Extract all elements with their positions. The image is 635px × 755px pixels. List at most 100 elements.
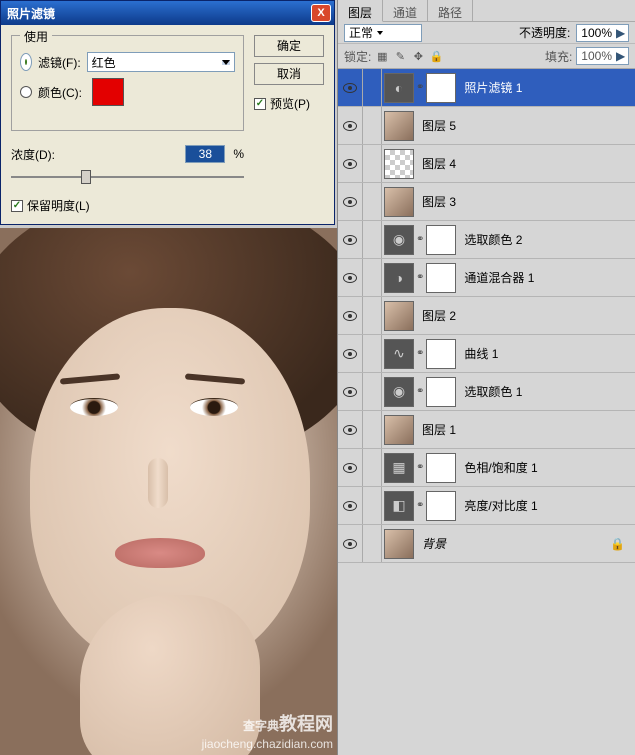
adjustment-thumb[interactable]: ▦ [384,453,414,483]
eye-icon [343,121,357,131]
density-input[interactable]: 38 [185,145,225,163]
visibility-toggle[interactable] [338,539,362,549]
density-suffix: % [233,147,244,161]
lock-paint-icon[interactable]: ✎ [393,49,407,63]
eye-icon [343,501,357,511]
adjustment-thumb[interactable]: ◐ [384,73,414,103]
layer-name[interactable]: 色相/饱和度 1 [458,459,631,476]
visibility-toggle[interactable] [338,159,362,169]
opacity-label: 不透明度: [519,24,570,41]
cancel-button[interactable]: 取消 [254,63,324,85]
visibility-toggle[interactable] [338,121,362,131]
layer-row[interactable]: ◉⚭选取颜色 2 [338,221,635,259]
lock-all-icon[interactable]: 🔒 [429,49,443,63]
adjustment-thumb[interactable]: ◧ [384,491,414,521]
visibility-toggle[interactable] [338,463,362,473]
mask-thumb[interactable] [426,377,456,407]
dialog-title: 照片滤镜 [7,5,311,22]
tab-channels[interactable]: 通道 [383,0,428,22]
visibility-toggle[interactable] [338,273,362,283]
close-button[interactable]: X [311,4,331,22]
layer-name[interactable]: 图层 3 [416,193,631,210]
visibility-toggle[interactable] [338,235,362,245]
tab-layers[interactable]: 图层 [338,0,383,22]
density-slider[interactable] [11,167,244,187]
eye-icon [343,463,357,473]
filter-select[interactable]: 红色 [87,52,235,72]
lock-label: 锁定: [344,48,371,65]
visibility-toggle[interactable] [338,425,362,435]
eye-icon [343,83,357,93]
visibility-toggle[interactable] [338,387,362,397]
tab-paths[interactable]: 路径 [428,0,473,22]
layer-name[interactable]: 曲线 1 [458,345,631,362]
preview-checkbox[interactable]: ✓ [254,98,266,110]
layer-row[interactable]: ◐⚭ 照片滤镜 1 [338,69,635,107]
lock-position-icon[interactable]: ✥ [411,49,425,63]
mask-thumb[interactable] [426,225,456,255]
layer-thumb[interactable] [384,187,414,217]
link-icon: ⚭ [416,82,424,93]
eye-icon [343,235,357,245]
layer-thumb[interactable] [384,149,414,179]
layer-name[interactable]: 图层 1 [416,421,631,438]
visibility-toggle[interactable] [338,83,362,93]
filter-radio-label: 滤镜(F): [38,54,81,71]
layer-row[interactable]: 图层 2 [338,297,635,335]
visibility-toggle[interactable] [338,349,362,359]
eye-icon [343,425,357,435]
layer-row[interactable]: ∿⚭曲线 1 [338,335,635,373]
mask-thumb[interactable] [426,453,456,483]
chevron-down-icon [377,31,383,35]
filter-value: 红色 [92,54,116,71]
mask-thumb[interactable] [426,263,456,293]
visibility-toggle[interactable] [338,197,362,207]
visibility-toggle[interactable] [338,501,362,511]
layer-row[interactable]: 图层 3 [338,183,635,221]
mask-thumb[interactable] [426,73,456,103]
layer-name[interactable]: 图层 5 [416,117,631,134]
layer-row[interactable]: 图层 4 [338,145,635,183]
document-canvas[interactable]: 查字典教程网 jiaocheng.chazidian.com [0,228,337,755]
opacity-input[interactable]: 100%▶ [576,24,629,42]
layer-name[interactable]: 图层 4 [416,155,631,172]
layer-name[interactable]: 选取颜色 1 [458,383,631,400]
layer-row[interactable]: ◉⚭选取颜色 1 [338,373,635,411]
visibility-toggle[interactable] [338,311,362,321]
watermark: 查字典教程网 jiaocheng.chazidian.com [202,706,333,751]
filter-radio[interactable] [20,53,32,71]
ok-button[interactable]: 确定 [254,35,324,57]
layer-name[interactable]: 背景 [416,535,610,552]
adjustment-thumb[interactable]: ∿ [384,339,414,369]
layer-row[interactable]: ◑⚭通道混合器 1 [338,259,635,297]
layer-thumb[interactable] [384,529,414,559]
layer-name[interactable]: 图层 2 [416,307,631,324]
layer-thumb[interactable] [384,301,414,331]
layer-thumb[interactable] [384,111,414,141]
layer-thumb[interactable] [384,415,414,445]
layer-name[interactable]: 亮度/对比度 1 [458,497,631,514]
preserve-luminosity-checkbox[interactable]: ✓ [11,200,23,212]
color-radio[interactable] [20,86,32,98]
layer-row[interactable]: 图层 1 [338,411,635,449]
fill-label: 填充: [545,48,572,65]
eye-icon [343,311,357,321]
photo-filter-dialog: 照片滤镜 X 使用 滤镜(F): 红色 颜色(C): [0,0,335,225]
blend-mode-select[interactable]: 正常 [344,24,422,42]
layer-name[interactable]: 选取颜色 2 [458,231,631,248]
mask-thumb[interactable] [426,491,456,521]
color-swatch[interactable] [92,78,124,106]
layer-name[interactable]: 照片滤镜 1 [458,79,631,96]
adjustment-thumb[interactable]: ◉ [384,377,414,407]
mask-thumb[interactable] [426,339,456,369]
layer-row[interactable]: 背景🔒 [338,525,635,563]
layer-row[interactable]: ▦⚭色相/饱和度 1 [338,449,635,487]
fill-input[interactable]: 100%▶ [576,47,629,65]
lock-transparency-icon[interactable]: ▦ [375,49,389,63]
dialog-titlebar[interactable]: 照片滤镜 X [1,1,334,25]
layer-name[interactable]: 通道混合器 1 [458,269,631,286]
layer-row[interactable]: ◧⚭亮度/对比度 1 [338,487,635,525]
adjustment-thumb[interactable]: ◑ [384,263,414,293]
layer-row[interactable]: 图层 5 [338,107,635,145]
adjustment-thumb[interactable]: ◉ [384,225,414,255]
